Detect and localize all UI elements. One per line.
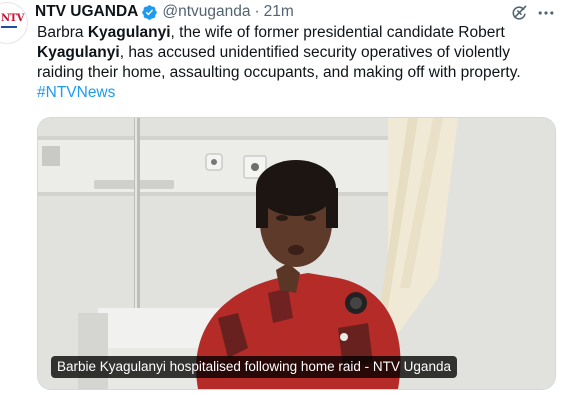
timestamp[interactable]: 21m (264, 3, 294, 21)
video-thumbnail[interactable]: Barbie Kyagulanyi hospitalised following… (37, 117, 556, 390)
tweet[interactable]: NTV NTV UGANDA @ntvuganda · 21m Barbra K… (0, 0, 564, 395)
ntv-logo-text: NTV (1, 13, 24, 24)
separator-dot: · (254, 3, 260, 20)
logo-underline (1, 26, 17, 28)
display-name[interactable]: NTV UGANDA (35, 3, 138, 21)
text-segment: , the wife of former presidential candid… (170, 24, 505, 41)
grok-icon[interactable] (509, 3, 529, 23)
more-options-icon[interactable] (536, 3, 556, 23)
verified-badge-icon[interactable] (141, 4, 158, 21)
hashtag-link[interactable]: #NTVNews (37, 84, 115, 101)
tweet-text: Barbra Kyagulanyi, the wife of former pr… (37, 23, 559, 103)
tweet-header: NTV UGANDA @ntvuganda · 21m (35, 2, 294, 22)
text-bold-name: Kyagulanyi (37, 44, 120, 61)
video-frame-illustration (38, 118, 555, 389)
handle[interactable]: @ntvuganda (162, 3, 250, 21)
text-bold-name: Kyagulanyi (87, 24, 171, 41)
media-caption: Barbie Kyagulanyi hospitalised following… (51, 356, 457, 378)
text-segment: Barbra (37, 24, 88, 41)
avatar[interactable]: NTV (0, 2, 28, 44)
